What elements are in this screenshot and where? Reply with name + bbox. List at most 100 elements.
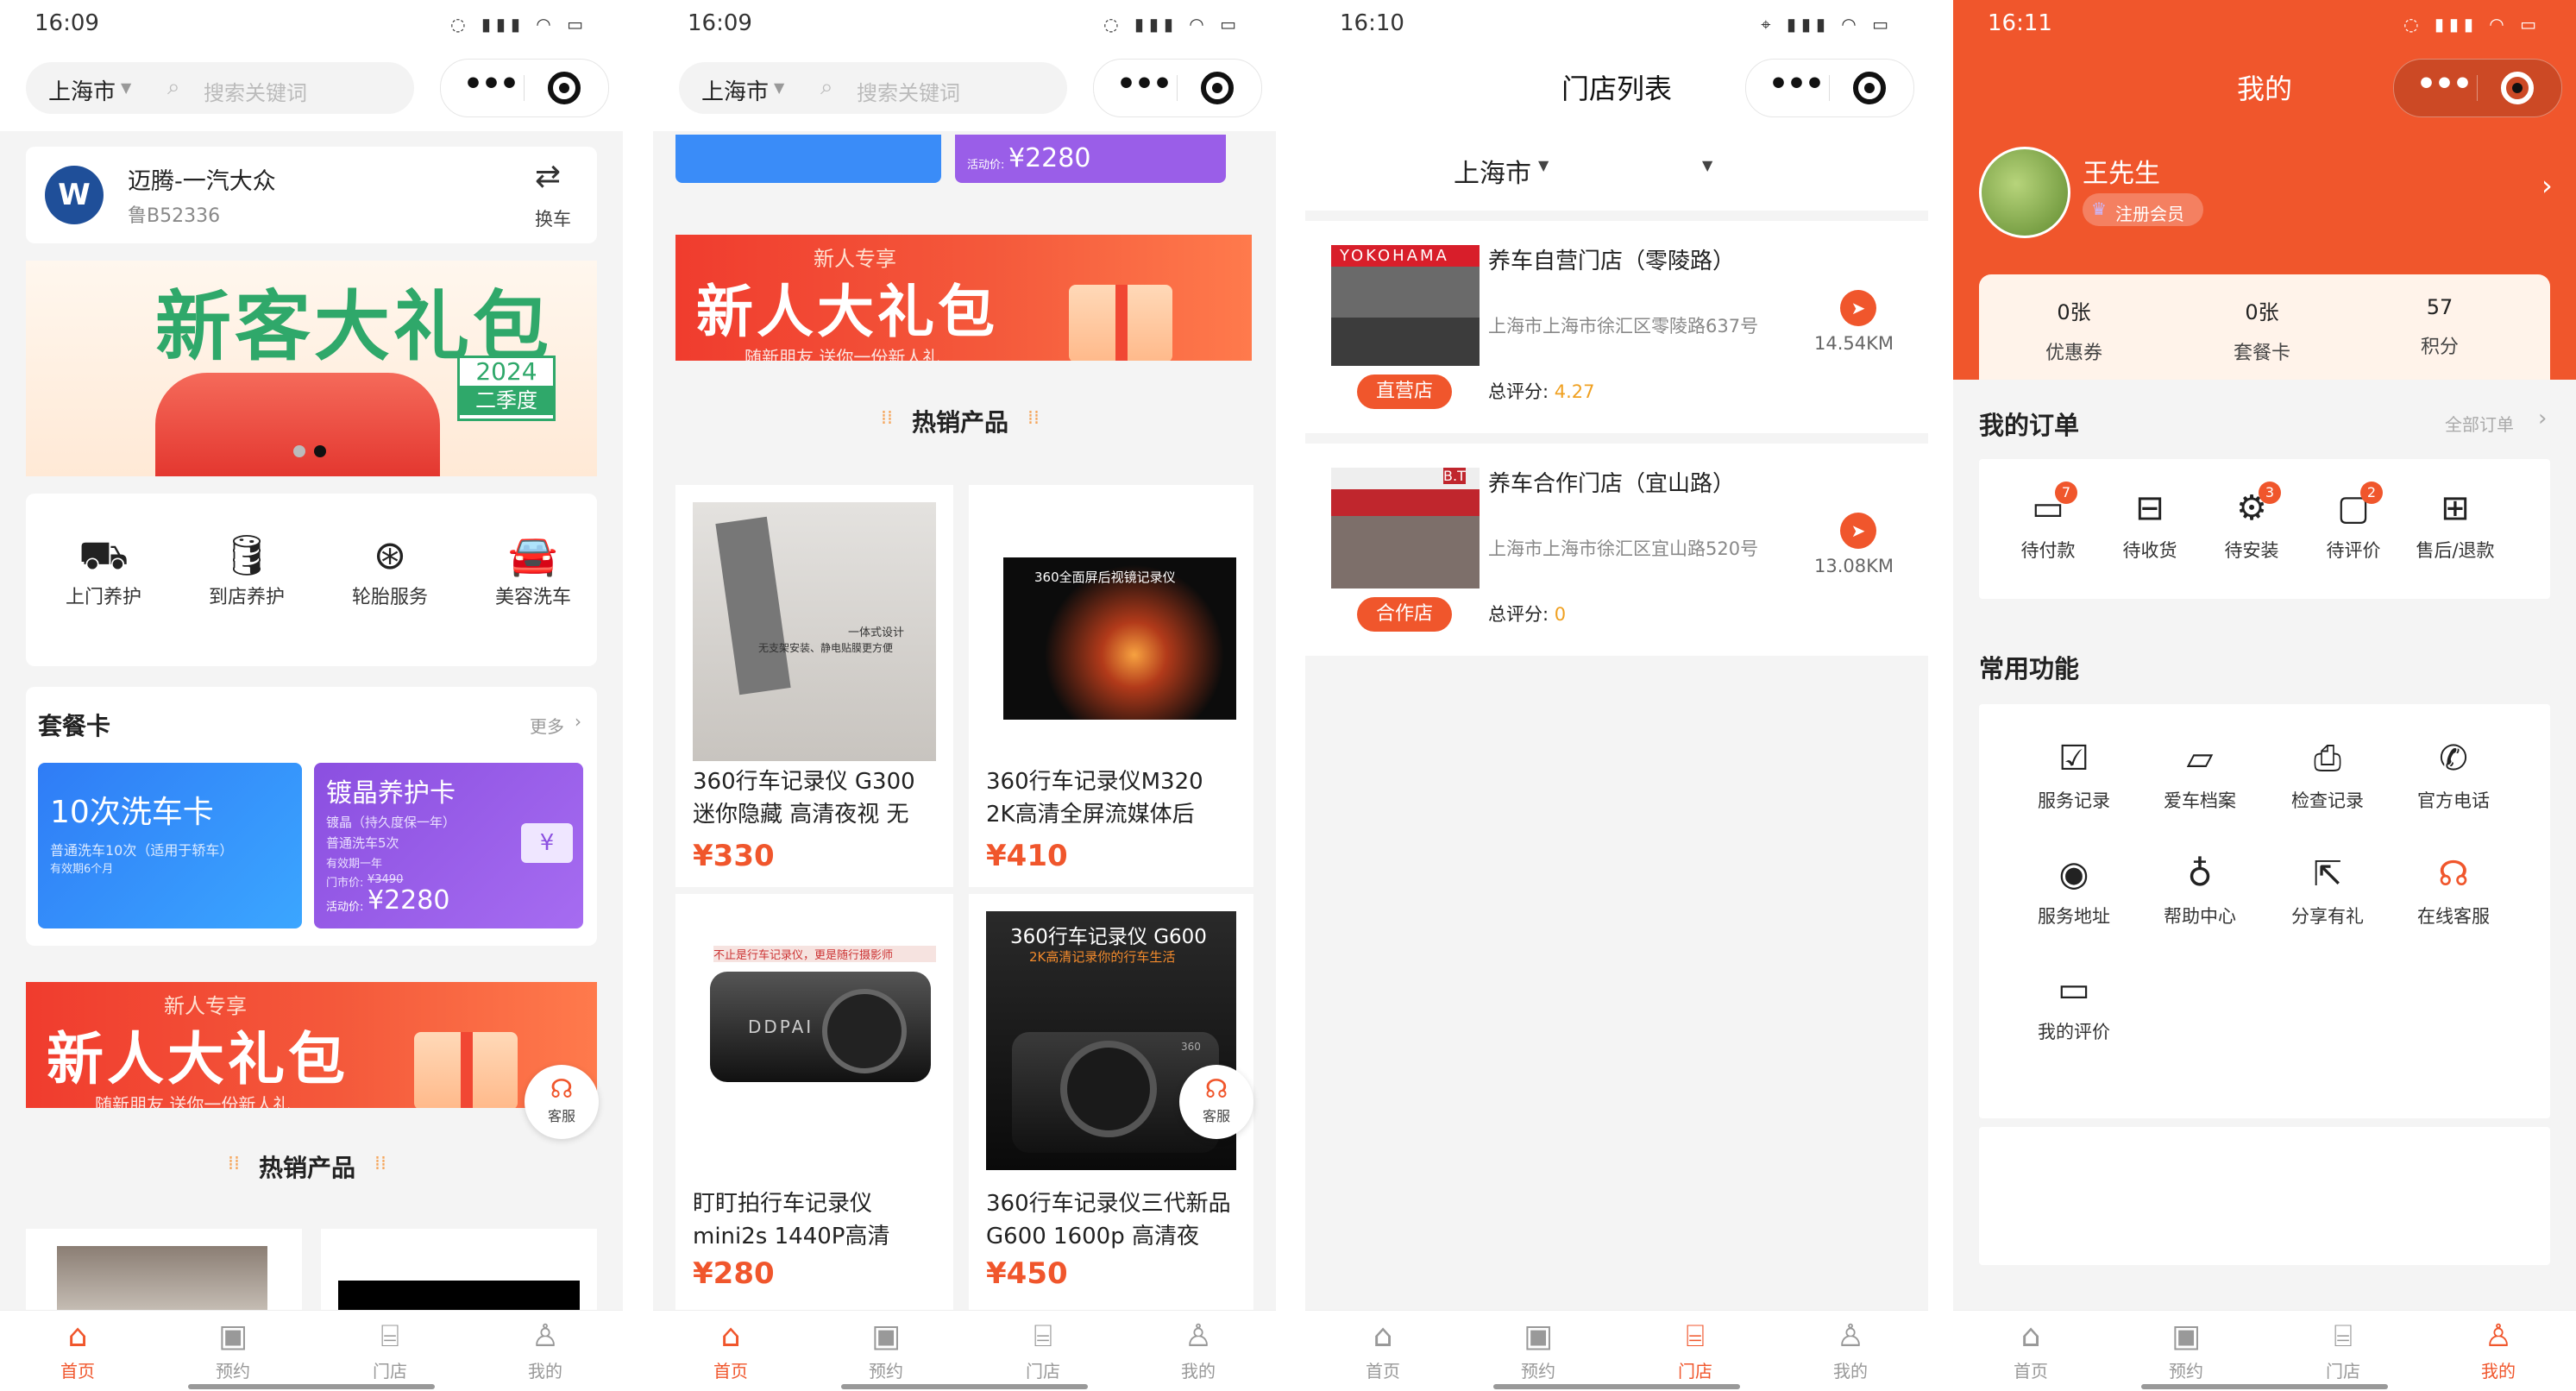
avatar[interactable] (1979, 147, 2070, 238)
chevron-right-icon[interactable]: › (2541, 169, 2553, 202)
service-car-wash[interactable]: 🚘 美容洗车 (464, 528, 602, 609)
tab-home[interactable]: ⌂ 首页 (1953, 1316, 2108, 1385)
tab-stores[interactable]: ⌸ 门店 (2265, 1316, 2421, 1385)
service-tire[interactable]: ⊛ 轮胎服务 (321, 528, 459, 609)
car-card[interactable]: W 迈腾-一汽大众 鲁B52336 ⇄ 换车 (26, 147, 597, 243)
product-price: ¥330 (693, 839, 775, 873)
vw-logo: W (45, 166, 104, 224)
product-image: 不止是行车记录仪，更是随行摄影师 DDPAI (693, 911, 936, 1170)
bulb-icon: ♁ (2187, 854, 2213, 894)
product-name: 360行车记录仪M320 2K高清全屏流媒体后视… (986, 769, 1203, 828)
member-icon: ♛ (2091, 198, 2107, 219)
review-icon: ▭ (2058, 970, 2090, 1010)
more-dots-icon[interactable]: ••• (1769, 66, 1825, 102)
mini-program-capsule: ••• (1745, 59, 1914, 117)
tab-home[interactable]: ⌂ 首页 (653, 1316, 808, 1385)
status-icons: ◌ ▮▮▮ ◠ ▭ (1103, 14, 1241, 35)
package-section: 套餐卡 更多 › 10次洗车卡 普通洗车10次（适用于轿车） 有效期6个月 镀晶… (26, 687, 597, 946)
customer-service-button[interactable]: ☊ 客服 (1179, 1065, 1253, 1139)
filter-dropdown-icon[interactable]: ▼ (1702, 157, 1712, 173)
package-card-wash[interactable]: 10次洗车卡 普通洗车10次（适用于轿车） 有效期6个月 (38, 763, 302, 928)
member-badge: ♛ 注册会员 (2083, 193, 2203, 226)
banner-carousel[interactable]: 新客大礼包 2024 二季度 (26, 261, 597, 476)
newcomer-banner[interactable]: 新人专享 新人大礼包 随新朋友 送你一份新人礼 (26, 982, 597, 1108)
stat-coupons[interactable]: 0张 优惠券 (2014, 295, 2134, 365)
season-badge: 2024 二季度 (457, 356, 556, 421)
switch-car-button[interactable]: 换车 (535, 205, 571, 231)
home-indicator (841, 1384, 1088, 1389)
func-official-phone[interactable]: ✆ 官方电话 (2393, 735, 2514, 813)
mini-program-capsule: ••• (1093, 59, 1262, 117)
target-icon[interactable] (2501, 72, 2534, 104)
city-search-bar[interactable]: 上海市 ▼ ⌕ 搜索关键词 (26, 62, 414, 114)
more-link[interactable]: 更多 (530, 713, 564, 738)
product-card[interactable]: 360全面屏后视镜记录仪 360行车记录仪M320 2K高清全屏流媒体后视… ¥… (969, 485, 1253, 887)
navigate-icon[interactable]: ➤ (1840, 290, 1876, 326)
customer-service-button[interactable]: ☊ 客服 (525, 1065, 599, 1139)
search-input[interactable]: 搜索关键词 (204, 76, 307, 106)
carousel-dot[interactable] (293, 445, 305, 457)
tab-home[interactable]: ⌂ 首页 (0, 1316, 155, 1385)
func-my-reviews[interactable]: ▭ 我的评价 (2014, 966, 2134, 1044)
tab-mine[interactable]: ♙ 我的 (2421, 1316, 2576, 1385)
service-store-maintenance[interactable]: 🛢 到店养护 (178, 528, 316, 609)
store-item[interactable]: B.T 合作店 养车合作门店（宜山路） 上海市上海市徐汇区宜山路520号 总评分… (1305, 444, 1928, 656)
service-home-maintenance[interactable]: ⛟ 上门养护 (35, 528, 173, 609)
func-service-record[interactable]: ☑ 服务记录 (2014, 735, 2134, 813)
search-icon: ⌕ (820, 74, 833, 100)
navigate-icon[interactable]: ➤ (1840, 513, 1876, 549)
city-selector[interactable]: 上海市 (701, 74, 769, 106)
func-share-gift[interactable]: ⇱ 分享有礼 (2267, 851, 2388, 928)
store-address: 上海市上海市徐汇区零陵路637号 (1488, 316, 1759, 337)
tab-booking[interactable]: ▣ 预约 (155, 1316, 311, 1385)
tab-home[interactable]: ⌂ 首页 (1305, 1316, 1461, 1385)
store-distance: 13.08KM (1813, 556, 1894, 576)
calendar-check-icon: ▣ (217, 1319, 248, 1354)
newcomer-banner[interactable]: 新人专享 新人大礼包 随新朋友 送你一份新人礼 (675, 235, 1252, 361)
city-search-bar[interactable]: 上海市 ▼ ⌕ 搜索关键词 (679, 62, 1067, 114)
package-card-coating[interactable]: 镀晶养护卡 镀晶（持久度保一年） 普通洗车5次 有效期一年 门市价: ¥3490… (314, 763, 583, 928)
tab-stores[interactable]: ⌸ 门店 (965, 1316, 1121, 1385)
user-icon: ♙ (1184, 1319, 1213, 1354)
func-car-profile[interactable]: ▱ 爱车档案 (2139, 735, 2260, 813)
target-icon[interactable] (1201, 72, 1234, 104)
stat-points[interactable]: 57 积分 (2379, 295, 2500, 359)
tab-booking[interactable]: ▣ 预约 (808, 1316, 964, 1385)
store-item[interactable]: YOKOHAMA 直营店 养车自营门店（零陵路） 上海市上海市徐汇区零陵路637… (1305, 221, 1928, 433)
tab-mine[interactable]: ♙ 我的 (1773, 1316, 1928, 1385)
func-inspection-record[interactable]: ⎙ 检查记录 (2267, 735, 2388, 813)
tab-stores[interactable]: ⌸ 门店 (1618, 1316, 1773, 1385)
product-card[interactable]: 不止是行车记录仪，更是随行摄影师 DDPAI 盯盯拍行车记录仪mini2s 14… (675, 894, 953, 1310)
tab-mine[interactable]: ♙ 我的 (1121, 1316, 1276, 1385)
screen-mine: 16:11 ◌ ▮▮▮ ◠ ▭ 我的 ••• 王先生 ♛ 注册会员 › 0张 优… (1953, 0, 2576, 1391)
tab-stores[interactable]: ⌸ 门店 (312, 1316, 468, 1385)
tab-booking[interactable]: ▣ 预约 (2108, 1316, 2264, 1385)
more-dots-icon[interactable]: ••• (1116, 66, 1172, 102)
func-help-center[interactable]: ♁ 帮助中心 (2139, 851, 2260, 928)
target-icon[interactable] (548, 72, 581, 104)
stat-package-cards[interactable]: 0张 套餐卡 (2202, 295, 2322, 365)
package-card-coating-partial[interactable]: 活动价: ¥2280 (955, 135, 1226, 183)
product-card-partial[interactable] (26, 1229, 302, 1315)
all-orders-link[interactable]: 全部订单 (2445, 411, 2514, 436)
store-score: 总评分: 4.27 (1488, 381, 1595, 402)
func-service-address[interactable]: ◉ 服务地址 (2014, 851, 2134, 928)
tab-booking[interactable]: ▣ 预约 (1461, 1316, 1616, 1385)
tab-mine[interactable]: ♙ 我的 (468, 1316, 623, 1385)
package-card-wash-partial[interactable] (675, 135, 941, 183)
more-dots-icon[interactable]: ••• (463, 66, 519, 102)
carousel-dot-active[interactable] (314, 445, 326, 457)
target-icon[interactable] (1853, 72, 1886, 104)
more-dots-icon[interactable]: ••• (2416, 66, 2472, 102)
product-card-partial[interactable] (321, 1229, 597, 1315)
order-refund[interactable]: ⊞ 售后/退款 (2395, 485, 2516, 563)
func-online-support[interactable]: ☊ 在线客服 (2393, 851, 2514, 928)
status-time: 16:09 (688, 10, 752, 36)
city-selector[interactable]: 上海市 (1454, 152, 1531, 190)
user-icon: ♙ (1836, 1319, 1865, 1354)
city-selector[interactable]: 上海市 (48, 74, 116, 106)
home-indicator (1493, 1384, 1740, 1389)
product-card[interactable]: 一体式设计 无支架安装、静电贴膜更方便 360行车记录仪 G300 迷你隐藏 高… (675, 485, 953, 887)
city-filter-bar[interactable]: 上海市 ▼ ▼ (1305, 131, 1928, 211)
search-input[interactable]: 搜索关键词 (857, 76, 960, 106)
